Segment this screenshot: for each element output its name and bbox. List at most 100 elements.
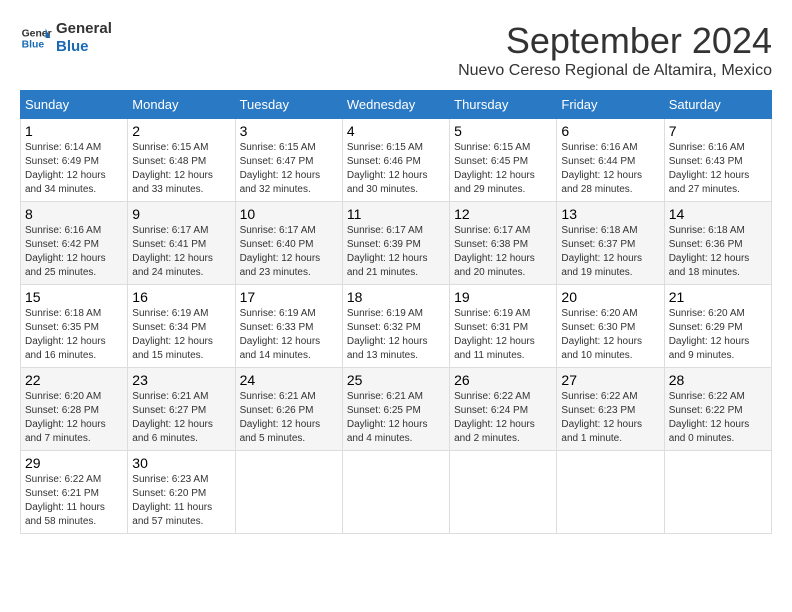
calendar-week-row: 8Sunrise: 6:16 AMSunset: 6:42 PMDaylight…	[21, 202, 772, 285]
calendar-cell: 28 Sunrise: 6:22 AMSunset: 6:22 PMDayligh…	[664, 368, 771, 451]
calendar-cell: 10 Sunrise: 6:17 AMSunset: 6:40 PMDayligh…	[235, 202, 342, 285]
day-number: 24	[240, 372, 338, 388]
calendar-cell	[342, 451, 449, 534]
day-info: Sunrise: 6:18 AMSunset: 6:37 PMDaylight:…	[561, 224, 659, 280]
day-number: 28	[669, 372, 767, 388]
day-info: Sunrise: 6:22 AMSunset: 6:24 PMDaylight:…	[454, 390, 552, 446]
calendar-week-row: 15 Sunrise: 6:18 AMSunset: 6:35 PMDayligh…	[21, 285, 772, 368]
page-header: General Blue General Blue September 2024…	[20, 20, 772, 80]
calendar-week-row: 1 Sunrise: 6:14 AMSunset: 6:49 PMDaylight…	[21, 119, 772, 202]
calendar-cell: 11Sunrise: 6:17 AMSunset: 6:39 PMDayligh…	[342, 202, 449, 285]
day-number: 30	[132, 455, 230, 471]
title-section: September 2024 Nuevo Cereso Regional de …	[458, 20, 772, 80]
calendar-cell: 4 Sunrise: 6:15 AMSunset: 6:46 PMDaylight…	[342, 119, 449, 202]
header-monday: Monday	[128, 91, 235, 119]
day-info: Sunrise: 6:19 AMSunset: 6:33 PMDaylight:…	[240, 307, 338, 363]
calendar-cell: 14 Sunrise: 6:18 AMSunset: 6:36 PMDayligh…	[664, 202, 771, 285]
location-title: Nuevo Cereso Regional de Altamira, Mexic…	[458, 62, 772, 80]
calendar-table: SundayMondayTuesdayWednesdayThursdayFrid…	[20, 90, 772, 534]
calendar-cell: 7Sunrise: 6:16 AMSunset: 6:43 PMDaylight…	[664, 119, 771, 202]
day-info: Sunrise: 6:14 AMSunset: 6:49 PMDaylight:…	[25, 141, 123, 197]
calendar-cell: 19 Sunrise: 6:19 AMSunset: 6:31 PMDayligh…	[450, 285, 557, 368]
day-info: Sunrise: 6:23 AMSunset: 6:20 PMDaylight:…	[132, 473, 230, 529]
day-number: 6	[561, 123, 659, 139]
day-info: Sunrise: 6:16 AMSunset: 6:44 PMDaylight:…	[561, 141, 659, 197]
day-info: Sunrise: 6:22 AMSunset: 6:21 PMDaylight:…	[25, 473, 123, 529]
svg-text:Blue: Blue	[22, 40, 45, 51]
day-number: 10	[240, 206, 338, 222]
day-info: Sunrise: 6:20 AMSunset: 6:28 PMDaylight:…	[25, 390, 123, 446]
day-number: 11	[347, 206, 445, 222]
day-info: Sunrise: 6:19 AMSunset: 6:34 PMDaylight:…	[132, 307, 230, 363]
calendar-header-row: SundayMondayTuesdayWednesdayThursdayFrid…	[21, 91, 772, 119]
day-info: Sunrise: 6:16 AMSunset: 6:42 PMDaylight:…	[25, 224, 123, 280]
calendar-cell: 12 Sunrise: 6:17 AMSunset: 6:38 PMDayligh…	[450, 202, 557, 285]
day-info: Sunrise: 6:15 AMSunset: 6:46 PMDaylight:…	[347, 141, 445, 197]
day-info: Sunrise: 6:15 AMSunset: 6:45 PMDaylight:…	[454, 141, 552, 197]
calendar-cell: 1 Sunrise: 6:14 AMSunset: 6:49 PMDaylight…	[21, 119, 128, 202]
day-info: Sunrise: 6:22 AMSunset: 6:23 PMDaylight:…	[561, 390, 659, 446]
day-info: Sunrise: 6:15 AMSunset: 6:47 PMDaylight:…	[240, 141, 338, 197]
calendar-cell: 3Sunrise: 6:15 AMSunset: 6:47 PMDaylight…	[235, 119, 342, 202]
calendar-cell: 9Sunrise: 6:17 AMSunset: 6:41 PMDaylight…	[128, 202, 235, 285]
calendar-cell: 25 Sunrise: 6:21 AMSunset: 6:25 PMDayligh…	[342, 368, 449, 451]
calendar-cell: 16Sunrise: 6:19 AMSunset: 6:34 PMDayligh…	[128, 285, 235, 368]
header-sunday: Sunday	[21, 91, 128, 119]
header-tuesday: Tuesday	[235, 91, 342, 119]
calendar-week-row: 29 Sunrise: 6:22 AMSunset: 6:21 PMDayligh…	[21, 451, 772, 534]
calendar-cell	[557, 451, 664, 534]
day-number: 13	[561, 206, 659, 222]
calendar-week-row: 22 Sunrise: 6:20 AMSunset: 6:28 PMDayligh…	[21, 368, 772, 451]
calendar-cell: 30 Sunrise: 6:23 AMSunset: 6:20 PMDayligh…	[128, 451, 235, 534]
calendar-cell: 26 Sunrise: 6:22 AMSunset: 6:24 PMDayligh…	[450, 368, 557, 451]
day-info: Sunrise: 6:15 AMSunset: 6:48 PMDaylight:…	[132, 141, 230, 197]
calendar-cell: 18 Sunrise: 6:19 AMSunset: 6:32 PMDayligh…	[342, 285, 449, 368]
day-info: Sunrise: 6:17 AMSunset: 6:38 PMDaylight:…	[454, 224, 552, 280]
day-number: 5	[454, 123, 552, 139]
calendar-cell: 5 Sunrise: 6:15 AMSunset: 6:45 PMDaylight…	[450, 119, 557, 202]
calendar-cell	[235, 451, 342, 534]
day-number: 15	[25, 289, 123, 305]
calendar-cell: 8Sunrise: 6:16 AMSunset: 6:42 PMDaylight…	[21, 202, 128, 285]
calendar-cell: 20Sunrise: 6:20 AMSunset: 6:30 PMDayligh…	[557, 285, 664, 368]
day-info: Sunrise: 6:18 AMSunset: 6:36 PMDaylight:…	[669, 224, 767, 280]
day-info: Sunrise: 6:17 AMSunset: 6:41 PMDaylight:…	[132, 224, 230, 280]
header-saturday: Saturday	[664, 91, 771, 119]
day-number: 23	[132, 372, 230, 388]
day-number: 26	[454, 372, 552, 388]
day-info: Sunrise: 6:22 AMSunset: 6:22 PMDaylight:…	[669, 390, 767, 446]
calendar-cell: 15 Sunrise: 6:18 AMSunset: 6:35 PMDayligh…	[21, 285, 128, 368]
day-info: Sunrise: 6:20 AMSunset: 6:30 PMDaylight:…	[561, 307, 659, 363]
calendar-cell	[664, 451, 771, 534]
day-number: 14	[669, 206, 767, 222]
day-number: 19	[454, 289, 552, 305]
header-wednesday: Wednesday	[342, 91, 449, 119]
day-number: 4	[347, 123, 445, 139]
day-info: Sunrise: 6:19 AMSunset: 6:31 PMDaylight:…	[454, 307, 552, 363]
logo: General Blue General Blue	[20, 20, 112, 56]
day-info: Sunrise: 6:18 AMSunset: 6:35 PMDaylight:…	[25, 307, 123, 363]
day-info: Sunrise: 6:17 AMSunset: 6:40 PMDaylight:…	[240, 224, 338, 280]
day-info: Sunrise: 6:19 AMSunset: 6:32 PMDaylight:…	[347, 307, 445, 363]
month-title: September 2024	[458, 20, 772, 62]
logo-blue: Blue	[56, 38, 112, 56]
header-thursday: Thursday	[450, 91, 557, 119]
day-number: 7	[669, 123, 767, 139]
day-info: Sunrise: 6:21 AMSunset: 6:25 PMDaylight:…	[347, 390, 445, 446]
day-number: 25	[347, 372, 445, 388]
day-info: Sunrise: 6:21 AMSunset: 6:27 PMDaylight:…	[132, 390, 230, 446]
logo-general: General	[56, 20, 112, 38]
day-number: 29	[25, 455, 123, 471]
calendar-cell: 6 Sunrise: 6:16 AMSunset: 6:44 PMDaylight…	[557, 119, 664, 202]
day-number: 1	[25, 123, 123, 139]
calendar-cell: 17 Sunrise: 6:19 AMSunset: 6:33 PMDayligh…	[235, 285, 342, 368]
calendar-cell: 13 Sunrise: 6:18 AMSunset: 6:37 PMDayligh…	[557, 202, 664, 285]
day-number: 17	[240, 289, 338, 305]
day-number: 12	[454, 206, 552, 222]
calendar-cell: 29 Sunrise: 6:22 AMSunset: 6:21 PMDayligh…	[21, 451, 128, 534]
calendar-cell	[450, 451, 557, 534]
day-info: Sunrise: 6:20 AMSunset: 6:29 PMDaylight:…	[669, 307, 767, 363]
day-number: 18	[347, 289, 445, 305]
header-friday: Friday	[557, 91, 664, 119]
day-number: 22	[25, 372, 123, 388]
